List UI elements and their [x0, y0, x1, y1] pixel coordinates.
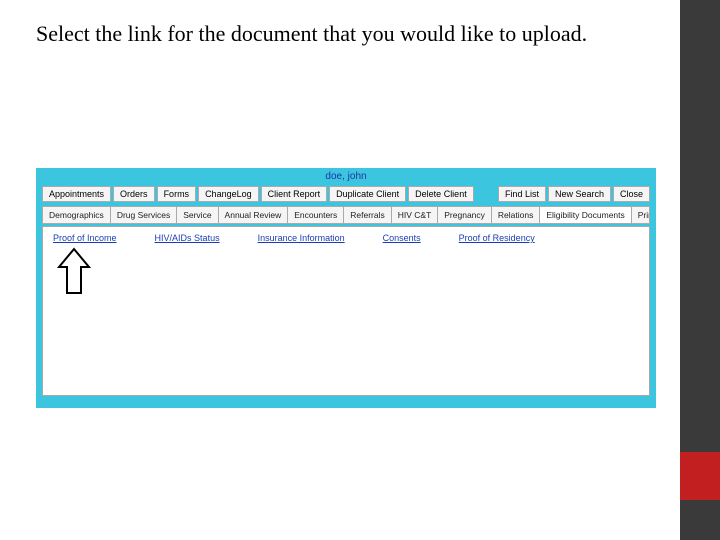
close-button[interactable]: Close: [613, 186, 650, 202]
link-proof-of-residency[interactable]: Proof of Residency: [459, 233, 535, 243]
client-name: doe, john: [36, 168, 656, 184]
document-link-row: Proof of Income HIV/AIDs Status Insuranc…: [43, 227, 649, 249]
content-panel: Proof of Income HIV/AIDs Status Insuranc…: [42, 226, 650, 396]
link-consents[interactable]: Consents: [383, 233, 421, 243]
tab-encounters[interactable]: Encounters: [288, 207, 344, 223]
app-window: doe, john Appointments Orders Forms Chan…: [36, 168, 656, 408]
tab-referrals[interactable]: Referrals: [344, 207, 391, 223]
orders-button[interactable]: Orders: [113, 186, 155, 202]
tab-relations[interactable]: Relations: [492, 207, 540, 223]
link-proof-of-income[interactable]: Proof of Income: [53, 233, 117, 243]
tab-primary-language[interactable]: Primary Language: [632, 207, 650, 223]
link-insurance-information[interactable]: Insurance Information: [258, 233, 345, 243]
tab-eligibility-documents[interactable]: Eligibility Documents: [540, 207, 631, 223]
tab-annual-review[interactable]: Annual Review: [219, 207, 289, 223]
duplicate-client-button[interactable]: Duplicate Client: [329, 186, 406, 202]
client-report-button[interactable]: Client Report: [261, 186, 328, 202]
appointments-button[interactable]: Appointments: [42, 186, 111, 202]
tab-strip: Demographics Drug Services Service Annua…: [42, 206, 650, 224]
link-hiv-aids-status[interactable]: HIV/AIDs Status: [155, 233, 220, 243]
tab-service[interactable]: Service: [177, 207, 218, 223]
slide-sidebar-accent: [680, 452, 720, 500]
delete-client-button[interactable]: Delete Client: [408, 186, 474, 202]
forms-button[interactable]: Forms: [157, 186, 197, 202]
tab-hiv-ct[interactable]: HIV C&T: [392, 207, 439, 223]
tab-drug-services[interactable]: Drug Services: [111, 207, 177, 223]
new-search-button[interactable]: New Search: [548, 186, 611, 202]
changelog-button[interactable]: ChangeLog: [198, 186, 259, 202]
up-arrow-icon: [57, 247, 91, 297]
find-list-button[interactable]: Find List: [498, 186, 546, 202]
tab-pregnancy[interactable]: Pregnancy: [438, 207, 492, 223]
tab-demographics[interactable]: Demographics: [43, 207, 111, 223]
toolbar: Appointments Orders Forms ChangeLog Clie…: [36, 184, 656, 204]
instruction-text: Select the link for the document that yo…: [36, 20, 596, 48]
